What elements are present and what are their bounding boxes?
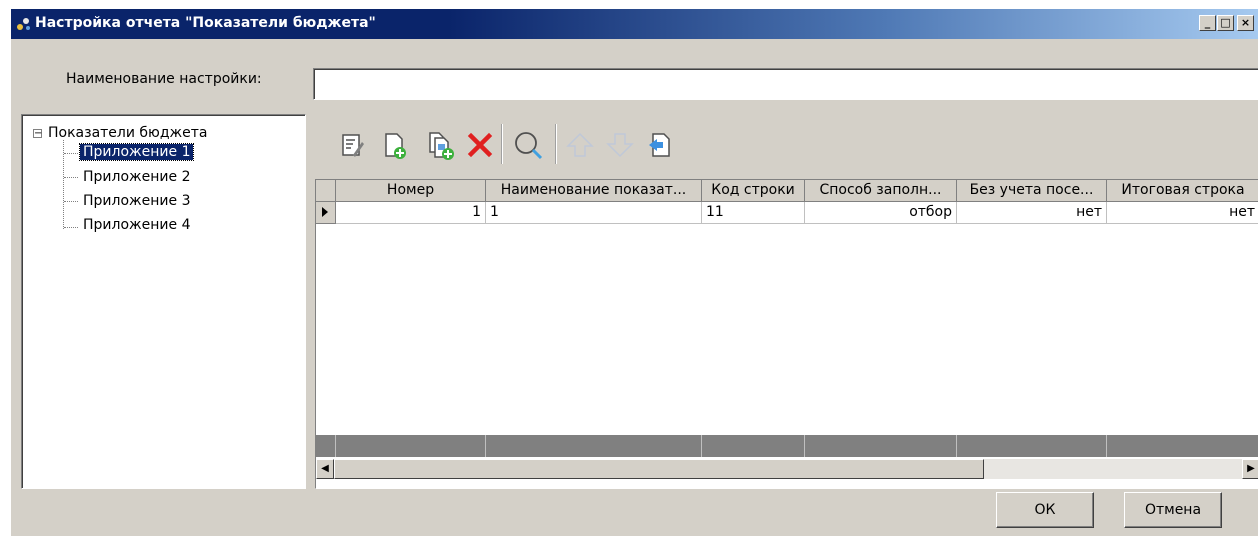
tree-item-label: Приложение 1 <box>78 143 195 161</box>
horizontal-scrollbar[interactable]: ◀ ▶ <box>316 459 1258 479</box>
column-header-row-code[interactable]: Код строки <box>702 180 805 202</box>
cancel-button[interactable]: Отмена <box>1124 492 1222 528</box>
settings-tree[interactable]: − Показатели бюджета Приложение 1 Прилож… <box>21 114 306 489</box>
scroll-left-icon[interactable]: ◀ <box>316 459 334 479</box>
table-cell-fill-method[interactable]: отбор <box>805 202 957 224</box>
row-selector-icon[interactable] <box>316 202 336 224</box>
indicators-grid[interactable]: Номер Наименование показат... Код строки… <box>315 179 1258 489</box>
table-cell-excluding[interactable]: нет <box>957 202 1107 224</box>
tree-item-appendix-1[interactable]: Приложение 1 <box>78 143 195 161</box>
ok-button[interactable]: ОК <box>996 492 1094 528</box>
move-down-icon[interactable] <box>603 128 637 162</box>
tree-item-appendix-2[interactable]: Приложение 2 <box>83 169 190 185</box>
window-title: Настройка отчета "Показатели бюджета" <box>35 15 376 31</box>
table-cell-number[interactable]: 1 <box>336 202 486 224</box>
tree-item-appendix-3[interactable]: Приложение 3 <box>83 193 190 209</box>
scroll-thumb[interactable] <box>334 459 984 479</box>
collapse-icon[interactable]: − <box>33 129 42 139</box>
table-cell-total-row[interactable]: нет <box>1107 202 1258 224</box>
delete-icon[interactable] <box>463 128 497 162</box>
table-cell-row-code[interactable]: 11 <box>702 202 805 224</box>
column-header-excluding[interactable]: Без учета посе... <box>957 180 1107 202</box>
copy-add-icon[interactable] <box>423 128 457 162</box>
setting-name-input[interactable] <box>313 68 1258 100</box>
scroll-right-icon[interactable]: ▶ <box>1242 459 1258 479</box>
tree-item-appendix-4[interactable]: Приложение 4 <box>83 217 190 233</box>
footer-cell <box>805 435 957 457</box>
maximize-button[interactable]: □ <box>1217 15 1234 31</box>
title-bar[interactable]: Настройка отчета "Показатели бюджета" _ … <box>11 9 1258 39</box>
column-header-name[interactable]: Наименование показат... <box>486 180 702 202</box>
footer-cell <box>957 435 1107 457</box>
close-button[interactable]: × <box>1237 15 1254 31</box>
search-icon[interactable] <box>511 128 545 162</box>
move-up-icon[interactable] <box>563 128 597 162</box>
setting-name-label: Наименование настройки: <box>66 71 262 87</box>
add-icon[interactable] <box>377 128 411 162</box>
minimize-button[interactable]: _ <box>1199 15 1216 31</box>
grid-toolbar <box>315 114 1258 176</box>
import-icon[interactable] <box>643 128 677 162</box>
footer-cell <box>1107 435 1258 457</box>
column-header-fill-method[interactable]: Способ заполн... <box>805 180 957 202</box>
tree-root[interactable]: Показатели бюджета <box>48 125 207 141</box>
footer-cell <box>702 435 805 457</box>
table-cell-name[interactable]: 1 <box>486 202 702 224</box>
row-indicator-header <box>316 180 336 202</box>
column-header-number[interactable]: Номер <box>336 180 486 202</box>
app-icon <box>17 18 30 30</box>
column-header-total-row[interactable]: Итоговая строка <box>1107 180 1258 202</box>
footer-cell <box>336 435 486 457</box>
report-settings-window: Настройка отчета "Показатели бюджета" _ … <box>10 8 1258 536</box>
footer-cell <box>486 435 702 457</box>
edit-icon[interactable] <box>335 128 369 162</box>
footer-cell <box>316 435 336 457</box>
